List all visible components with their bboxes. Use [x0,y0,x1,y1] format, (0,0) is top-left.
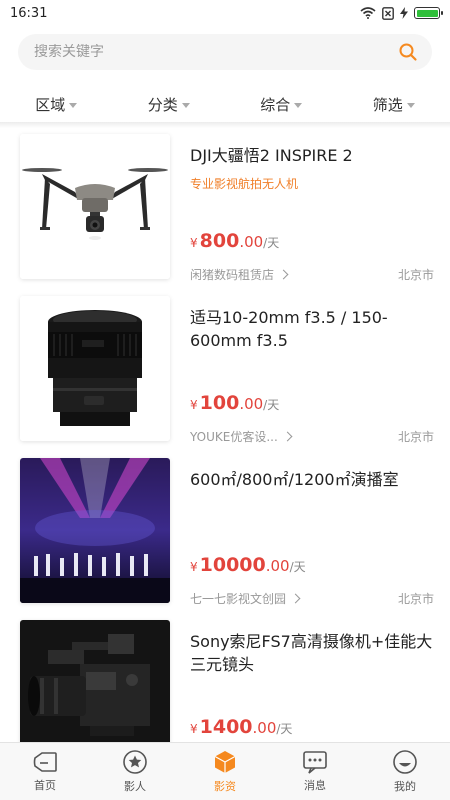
price-unit: /天 [263,398,280,412]
chevron-right-icon [282,431,293,442]
listing-meta: 七一七影视文创园 北京市 [190,590,434,607]
caret-down-icon [294,102,303,108]
tab-resources[interactable]: 影资 [180,743,270,800]
tab-label: 影人 [124,780,146,793]
listing-info: 适马10-20mm f3.5 / 150-600mm f3.5 ¥ 100 .0… [190,306,434,444]
search-bar[interactable] [18,34,432,70]
tab-label: 我的 [394,780,416,793]
price-integer: 10000 [199,554,266,576]
tab-filmmakers[interactable]: 影人 [90,743,180,800]
caret-down-icon [69,102,78,108]
tab-label: 影资 [214,780,236,793]
listing-meta: 闲猪数码租赁店 北京市 [190,266,434,283]
shop-link[interactable]: YOUKE优客设... [190,428,398,445]
chevron-right-icon [290,593,301,604]
filter-screen[interactable]: 筛选 [338,86,450,122]
filter-region[interactable]: 区域 [0,86,113,122]
box-icon [214,751,236,773]
listing-info: 600㎡/800㎡/1200㎡演播室 ¥ 10000 .00 /天 七一七影视文… [190,468,434,606]
message-icon [303,751,327,774]
search-icon[interactable] [398,42,418,62]
listing-info: Sony索尼FS7高清摄像机+佳能大三元镜头 ¥ 1400 .00 /天 [190,630,434,742]
listing-title: DJI大疆悟2 INSPIRE 2 [190,146,353,165]
filter-label: 综合 [260,95,291,114]
filter-bar: 区域 分类 综合 筛选 [0,86,450,122]
listing-title: 600㎡/800㎡/1200㎡演播室 [190,470,399,489]
status-icons [360,6,443,20]
search-input[interactable] [34,44,398,60]
filter-label: 区域 [35,95,66,114]
price-currency: ¥ [190,722,198,736]
listing-image-drone[interactable] [20,134,170,279]
price-integer: 1400 [199,716,253,738]
listing-price: ¥ 100 .00 /天 [190,392,279,414]
listing-city: 北京市 [397,430,434,444]
listing-price: ¥ 10000 .00 /天 [190,554,306,576]
listing-item[interactable]: DJI大疆悟2 INSPIRE 2 专业影视航拍无人机 ¥ 800 .00 /天… [0,128,450,290]
price-integer: 800 [199,230,240,252]
chevron-right-icon [278,269,289,280]
bottom-tab-bar: 首页 影人 影资 消息 我的 [0,742,450,800]
caret-down-icon [181,102,190,108]
filter-label: 分类 [147,95,178,114]
status-time: 16:31 [10,5,48,21]
filter-sort[interactable]: 综合 [225,86,338,122]
status-bar: 16:31 [0,0,450,26]
listing-item[interactable]: 适马10-20mm f3.5 / 150-600mm f3.5 ¥ 100 .0… [0,290,450,452]
shop-name: YOUKE优客设... [190,430,278,444]
price-integer: 100 [199,392,240,414]
caret-down-icon [406,102,415,108]
listing-info: DJI大疆悟2 INSPIRE 2 专业影视航拍无人机 ¥ 800 .00 /天… [190,144,434,282]
listing-item[interactable]: Sony索尼FS7高清摄像机+佳能大三元镜头 ¥ 1400 .00 /天 [0,614,450,742]
charging-icon [400,7,408,19]
listing-city: 北京市 [397,268,434,282]
filter-category[interactable]: 分类 [113,86,226,122]
listing-title: Sony索尼FS7高清摄像机+佳能大三元镜头 [190,632,433,674]
listing-meta: YOUKE优客设... 北京市 [190,428,434,445]
battery-icon [414,7,443,19]
price-currency: ¥ [190,560,198,574]
listing-city: 北京市 [397,592,434,606]
listing-image-camera[interactable] [20,620,170,742]
listing-image-lens[interactable] [20,296,170,441]
shop-name: 七一七影视文创园 [190,592,287,606]
listing-item[interactable]: 600㎡/800㎡/1200㎡演播室 ¥ 10000 .00 /天 七一七影视文… [0,452,450,614]
tab-label: 消息 [304,779,326,792]
listing-price: ¥ 800 .00 /天 [190,230,279,252]
price-decimal: .00 [252,719,277,737]
price-unit: /天 [289,560,306,574]
price-unit: /天 [263,236,280,250]
listing-title: 适马10-20mm f3.5 / 150-600mm f3.5 [190,308,388,350]
price-decimal: .00 [265,557,290,575]
price-currency: ¥ [190,236,198,250]
price-decimal: .00 [239,233,264,251]
star-icon [123,750,147,774]
shop-link[interactable]: 闲猪数码租赁店 [190,266,398,283]
smile-icon [393,750,417,774]
tab-messages[interactable]: 消息 [270,743,360,800]
listing-image-studio[interactable] [20,458,170,603]
price-currency: ¥ [190,398,198,412]
tab-profile[interactable]: 我的 [360,743,450,800]
tab-label: 首页 [34,779,56,792]
wifi-icon [360,7,376,19]
listing-list: DJI大疆悟2 INSPIRE 2 专业影视航拍无人机 ¥ 800 .00 /天… [0,128,450,742]
sim-off-icon [382,6,394,20]
shop-name: 闲猪数码租赁店 [190,268,275,282]
filter-label: 筛选 [372,95,403,114]
tab-home[interactable]: 首页 [0,743,90,800]
price-unit: /天 [276,722,293,736]
tag-icon [33,752,57,772]
price-decimal: .00 [239,395,264,413]
listing-subtitle: 专业影视航拍无人机 [190,177,299,191]
shop-link[interactable]: 七一七影视文创园 [190,590,398,607]
listing-price: ¥ 1400 .00 /天 [190,716,292,738]
